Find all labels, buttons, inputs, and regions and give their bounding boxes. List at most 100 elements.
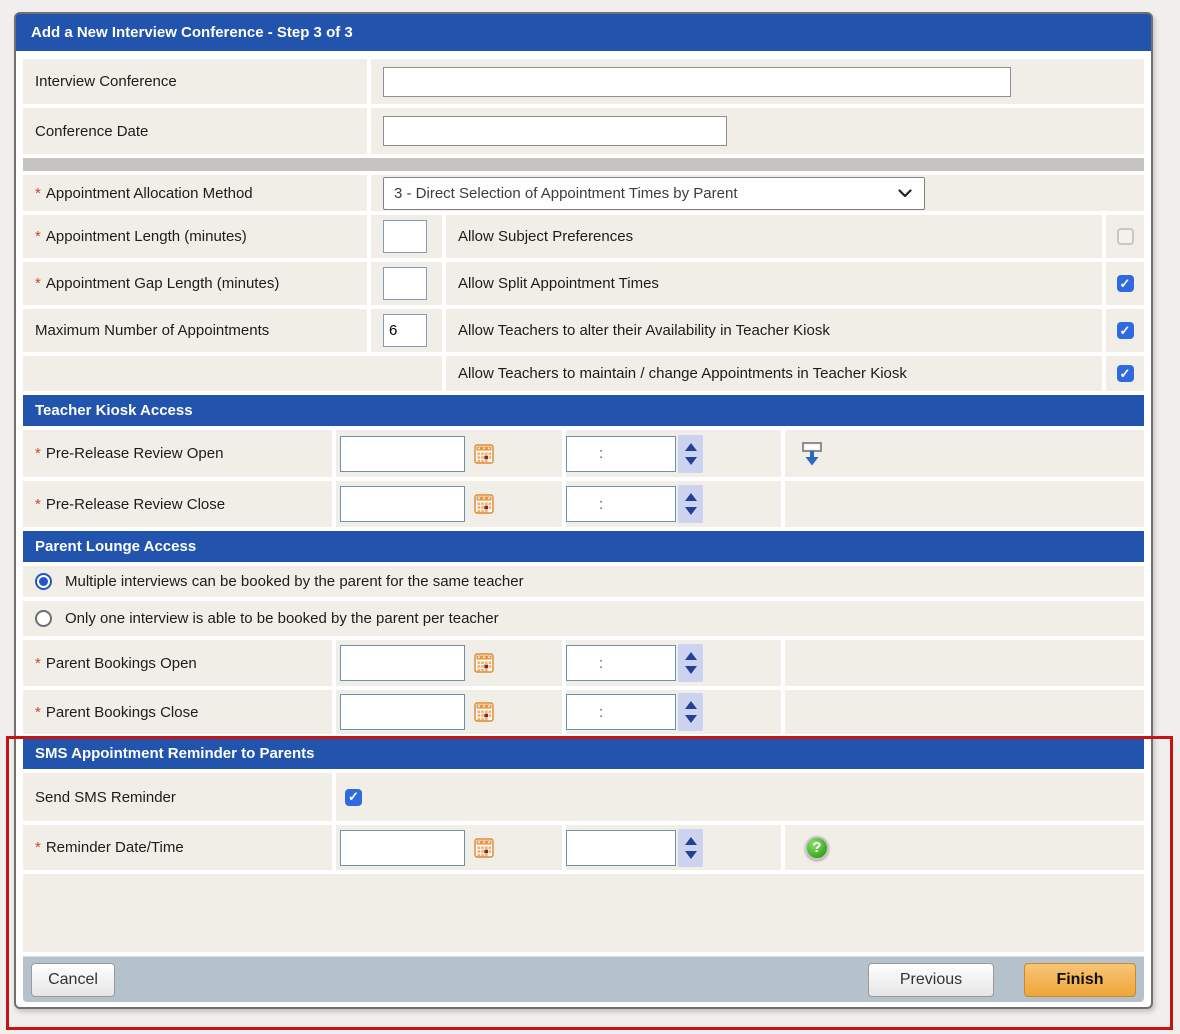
send-sms-checkbox[interactable] [345, 789, 362, 806]
calendar-icon[interactable] [471, 699, 497, 725]
pre-release-close-date-input[interactable] [340, 486, 465, 522]
appointment-length-label: *Appointment Length (minutes) [23, 215, 367, 258]
chevron-down-icon [898, 189, 912, 198]
single-interview-radio-label: Only one interview is able to be booked … [65, 610, 499, 627]
allocation-method-select[interactable]: 3 - Direct Selection of Appointment Time… [383, 177, 925, 210]
allow-subject-prefs-checkbox[interactable] [1117, 228, 1134, 245]
sms-reminder-section-header: SMS Appointment Reminder to Parents [23, 738, 1144, 769]
pre-release-close-time-input[interactable] [566, 486, 676, 522]
required-marker: * [35, 839, 41, 856]
parent-lounge-section-header: Parent Lounge Access [23, 531, 1144, 562]
row-appointment-length: *Appointment Length (minutes) Allow Subj… [23, 215, 1144, 258]
max-appointments-label: Maximum Number of Appointments [23, 309, 367, 352]
teacher-kiosk-section-header: Teacher Kiosk Access [23, 395, 1144, 426]
row-maintain-appointments: Allow Teachers to maintain / change Appo… [23, 356, 1144, 391]
cancel-button[interactable]: Cancel [31, 963, 115, 997]
parent-bookings-close-date-input[interactable] [340, 694, 465, 730]
row-send-sms: Send SMS Reminder [23, 773, 1144, 821]
spinner-down-button[interactable] [685, 457, 697, 465]
row-max-appointments: Maximum Number of Appointments Allow Tea… [23, 309, 1144, 352]
row-interview-conference: Interview Conference [23, 59, 1144, 104]
required-marker: * [35, 445, 41, 462]
row-appointment-gap: *Appointment Gap Length (minutes) Allow … [23, 262, 1144, 305]
required-marker: * [35, 228, 41, 245]
parent-bookings-open-time-input[interactable] [566, 645, 676, 681]
conference-date-label: Conference Date [23, 108, 367, 154]
spinner-down-button[interactable] [685, 851, 697, 859]
spinner-up-button[interactable] [685, 701, 697, 709]
required-marker: * [35, 496, 41, 513]
spinner-up-button[interactable] [685, 493, 697, 501]
spinner-up-button[interactable] [685, 652, 697, 660]
conference-date-input[interactable] [383, 116, 727, 146]
multiple-interviews-radio-label: Multiple interviews can be booked by the… [65, 573, 524, 590]
row-radio-single: Only one interview is able to be booked … [23, 601, 1144, 636]
allow-alter-availability-checkbox[interactable] [1117, 322, 1134, 339]
parent-bookings-open-date-input[interactable] [340, 645, 465, 681]
calendar-icon[interactable] [471, 491, 497, 517]
time-spinner [678, 485, 703, 523]
time-spinner [678, 644, 703, 682]
conference-form: Interview Conference Conference Date *Ap… [16, 51, 1151, 1002]
pre-release-open-label: *Pre-Release Review Open [23, 430, 332, 477]
add-interview-conference-dialog: Add a New Interview Conference - Step 3 … [14, 12, 1153, 1009]
reminder-time-input[interactable] [566, 830, 676, 866]
interview-conference-label: Interview Conference [23, 59, 367, 104]
pre-release-open-time-input[interactable] [566, 436, 676, 472]
row-pre-release-open: *Pre-Release Review Open [23, 430, 1144, 477]
appointment-gap-label: *Appointment Gap Length (minutes) [23, 262, 367, 305]
spinner-up-button[interactable] [685, 837, 697, 845]
dialog-footer: Cancel Previous Finish [23, 956, 1144, 1002]
parent-bookings-close-time-input[interactable] [566, 694, 676, 730]
spinner-down-button[interactable] [685, 666, 697, 674]
time-spinner [678, 435, 703, 473]
section-divider [23, 158, 1144, 171]
interview-conference-input[interactable] [383, 67, 1011, 97]
parent-bookings-close-label: *Parent Bookings Close [23, 690, 332, 734]
row-allocation-method: *Appointment Allocation Method 3 - Direc… [23, 175, 1144, 211]
parent-bookings-open-label: *Parent Bookings Open [23, 640, 332, 686]
dialog-title: Add a New Interview Conference - Step 3 … [16, 14, 1151, 51]
allow-maintain-appointments-checkbox[interactable] [1117, 365, 1134, 382]
time-spinner [678, 693, 703, 731]
calendar-icon[interactable] [471, 650, 497, 676]
reminder-date-input[interactable] [340, 830, 465, 866]
required-marker: * [35, 275, 41, 292]
spinner-down-button[interactable] [685, 715, 697, 723]
allocation-method-selected-value: 3 - Direct Selection of Appointment Time… [394, 185, 738, 202]
help-icon[interactable] [805, 836, 829, 860]
spinner-down-button[interactable] [685, 507, 697, 515]
row-pre-release-close: *Pre-Release Review Close [23, 481, 1144, 527]
appointment-gap-input[interactable] [383, 267, 427, 300]
row-parent-bookings-close: *Parent Bookings Close [23, 690, 1144, 734]
page: { "title": "Add a New Interview Conferen… [0, 0, 1180, 1034]
pre-release-close-label: *Pre-Release Review Close [23, 481, 332, 527]
calendar-icon[interactable] [471, 835, 497, 861]
row-parent-bookings-open: *Parent Bookings Open [23, 640, 1144, 686]
multiple-interviews-radio[interactable] [35, 573, 52, 590]
row-reminder-datetime: *Reminder Date/Time [23, 825, 1144, 870]
required-marker: * [35, 704, 41, 721]
finish-button[interactable]: Finish [1024, 963, 1136, 997]
allocation-method-label: *Appointment Allocation Method [23, 175, 367, 211]
pre-release-open-date-input[interactable] [340, 436, 465, 472]
allow-split-label: Allow Split Appointment Times [446, 262, 1102, 305]
allow-maintain-appointments-label: Allow Teachers to maintain / change Appo… [446, 356, 1102, 391]
allow-subject-prefs-label: Allow Subject Preferences [446, 215, 1102, 258]
appointment-length-input[interactable] [383, 220, 427, 253]
single-interview-radio[interactable] [35, 610, 52, 627]
reminder-datetime-label: *Reminder Date/Time [23, 825, 332, 870]
calendar-icon[interactable] [471, 441, 497, 467]
empty-spacer-row [23, 874, 1144, 952]
max-appointments-input[interactable] [383, 314, 427, 347]
allow-alter-availability-label: Allow Teachers to alter their Availabili… [446, 309, 1102, 352]
previous-button[interactable]: Previous [868, 963, 994, 997]
send-sms-label: Send SMS Reminder [23, 773, 332, 821]
time-spinner [678, 829, 703, 867]
spinner-up-button[interactable] [685, 443, 697, 451]
row-conference-date: Conference Date [23, 108, 1144, 154]
allow-split-checkbox[interactable] [1117, 275, 1134, 292]
required-marker: * [35, 185, 41, 202]
required-marker: * [35, 655, 41, 672]
copy-value-down-icon[interactable] [800, 441, 824, 467]
